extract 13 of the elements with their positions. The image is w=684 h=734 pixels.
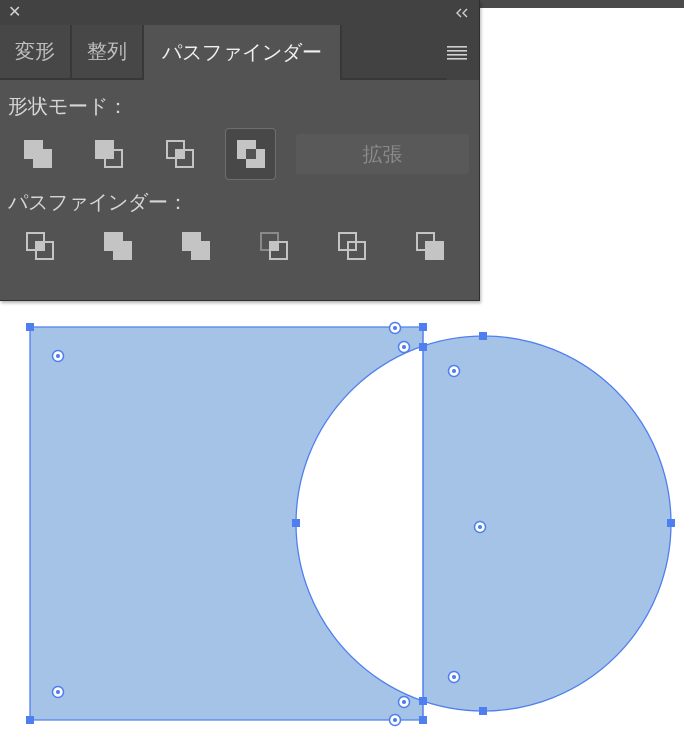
close-button[interactable]: ✕ xyxy=(6,4,23,20)
panel-tab[interactable]: パスファインダー xyxy=(144,25,342,80)
section-label: パスファインダー： xyxy=(8,190,189,214)
panel-tab[interactable]: 整列 xyxy=(72,25,144,80)
overlapping-squares-icon xyxy=(22,139,53,169)
overlapping-squares-icon xyxy=(164,139,195,169)
overlapping-squares-icon xyxy=(94,139,124,169)
menu-icon[interactable] xyxy=(447,46,467,60)
panel-tab[interactable]: 変形 xyxy=(0,25,72,80)
overlapping-squares-icon xyxy=(236,139,266,169)
section-label: 形状モード： xyxy=(8,94,129,118)
collapse-icon[interactable] xyxy=(455,8,469,18)
shape-mode-button[interactable] xyxy=(225,128,276,180)
